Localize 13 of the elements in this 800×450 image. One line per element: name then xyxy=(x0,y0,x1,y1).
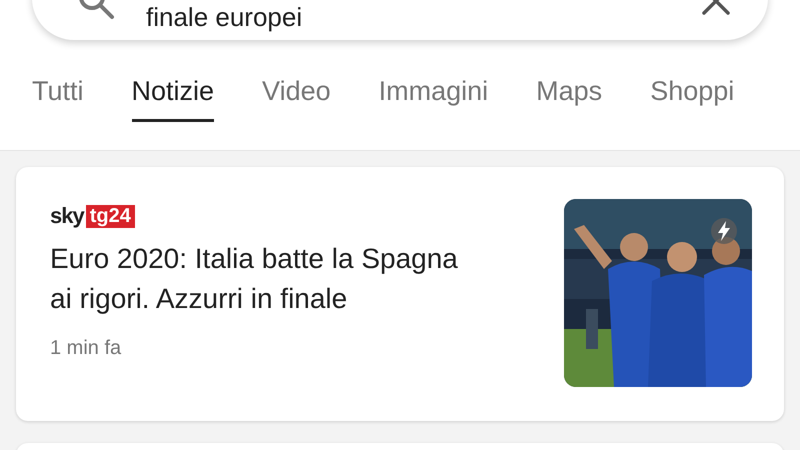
tab[interactable]: Tutti xyxy=(32,68,84,122)
news-card[interactable]: sky tg24 Euro 2020: Italia batte la Spagna ai rigori. Azzurri in finale 1 min fa xyxy=(16,167,784,421)
tab[interactable]: Maps xyxy=(536,68,602,122)
source-badge: tg24 xyxy=(86,204,135,228)
tab[interactable]: Notizie xyxy=(132,68,214,122)
search-query: finale europei xyxy=(146,2,304,32)
tab[interactable]: Shoppi xyxy=(650,68,734,122)
headline[interactable]: Euro 2020: Italia batte la Spagna ai rigori. Azzurri in finale xyxy=(50,239,470,319)
source-logo-text: sky xyxy=(50,203,84,229)
tab[interactable]: Immagini xyxy=(378,68,488,122)
search-field[interactable]: finale europei xyxy=(32,0,768,40)
time-ago: 1 min fa xyxy=(50,337,122,360)
tab[interactable]: Video xyxy=(262,68,331,122)
